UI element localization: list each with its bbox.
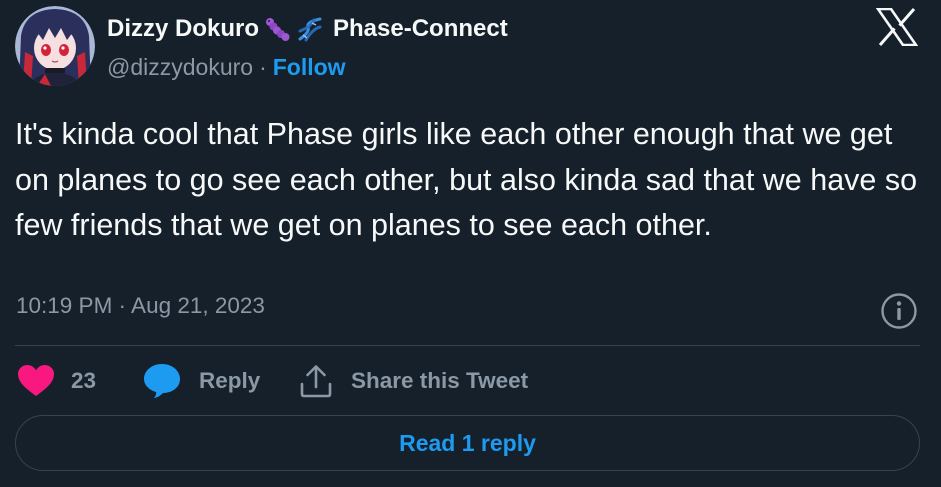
author-display-name[interactable]: Dizzy Dokuro <box>107 15 259 43</box>
author-handle-row: @dizzydokuro · Follow <box>107 52 346 82</box>
reply-label: Reply <box>199 368 261 393</box>
like-count: 23 <box>71 368 97 393</box>
read-reply-label: Read 1 reply <box>399 429 536 456</box>
info-icon[interactable] <box>880 292 918 330</box>
author-handle[interactable]: @dizzydokuro <box>107 54 253 81</box>
avatar-image <box>15 6 95 86</box>
read-reply-button[interactable]: Read 1 reply <box>15 415 920 471</box>
author-affiliation[interactable]: Phase-Connect <box>333 15 508 43</box>
tweet-card: Dizzy Dokuro Phase-Connect @dizzydokuro … <box>0 0 941 487</box>
author-name-row: Dizzy Dokuro Phase-Connect <box>107 12 508 46</box>
tweet-timestamp[interactable]: 10:19 PM · Aug 21, 2023 <box>16 293 265 319</box>
reply-button[interactable]: Reply <box>143 362 260 400</box>
heart-icon <box>18 365 54 396</box>
follow-link[interactable]: Follow <box>273 54 346 81</box>
share-upload-icon <box>300 365 332 398</box>
like-button[interactable]: 23 <box>17 362 96 400</box>
separator-dot: · <box>259 53 267 80</box>
share-button[interactable]: Share this Tweet <box>299 362 528 400</box>
x-logo-icon[interactable] <box>875 7 919 47</box>
avatar[interactable] <box>15 6 95 86</box>
divider <box>15 345 920 346</box>
caterpillar-emoji-icon <box>265 15 291 42</box>
dna-emoji-icon <box>297 16 323 42</box>
speech-bubble-icon <box>144 364 180 398</box>
share-label: Share this Tweet <box>351 368 529 393</box>
tweet-text: It's kinda cool that Phase girls like ea… <box>15 117 918 243</box>
